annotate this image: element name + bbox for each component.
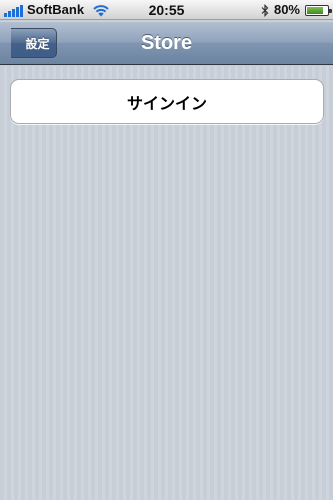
battery-icon — [305, 4, 332, 16]
navigation-bar: 設定 Store — [0, 21, 333, 65]
status-bar: SoftBank 20:55 80% — [0, 0, 333, 20]
bluetooth-icon — [261, 3, 269, 17]
battery-percent: 80% — [273, 2, 300, 17]
page-title: Store — [140, 32, 193, 54]
content-area: サインイン — [0, 66, 333, 500]
status-right: 80% — [261, 2, 332, 17]
sign-in-button[interactable]: サインイン — [10, 79, 324, 124]
battery-level-fill — [307, 6, 323, 14]
